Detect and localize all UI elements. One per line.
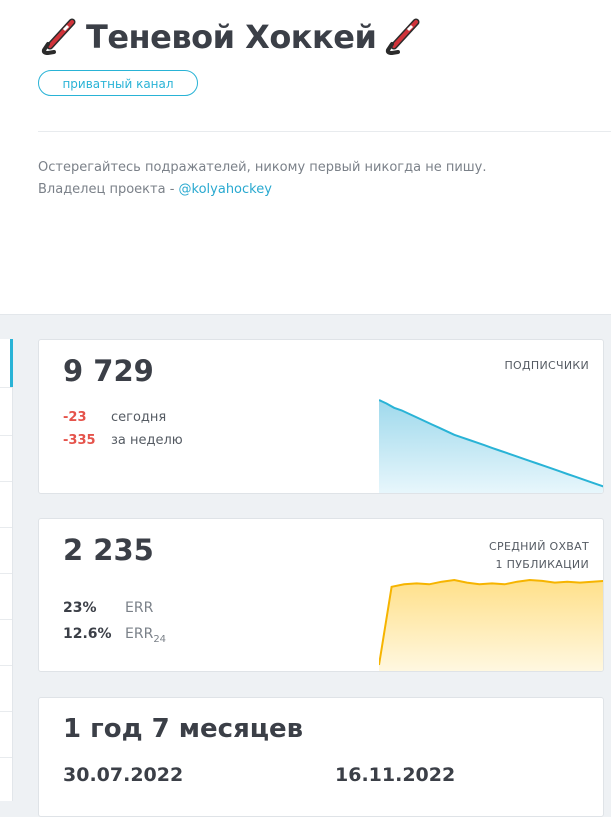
header-divider <box>38 131 611 132</box>
channel-age-card: 1 год 7 месяцев 30.07.2022 16.11.2022 <box>38 697 604 817</box>
today-change-value: -23 <box>63 410 87 425</box>
subscribers-label: ПОДПИСЧИКИ <box>504 359 589 372</box>
owner-line: Владелец проекта - @kolyahockey <box>38 179 487 201</box>
owner-link[interactable]: @kolyahockey <box>179 182 272 197</box>
sidebar-divider <box>0 619 12 620</box>
sidebar-divider <box>0 757 12 758</box>
channel-description: Остерегайтесь подражателей, никому первы… <box>38 157 487 201</box>
sidebar-divider <box>0 527 12 528</box>
reach-label-line1: СРЕДНИЙ ОХВАТ <box>489 540 589 553</box>
today-change-label: сегодня <box>111 410 167 425</box>
channel-header: Теневой Хоккей приватный канал Остерегай… <box>0 0 611 315</box>
err24-label: ERR24 <box>125 626 166 645</box>
sidebar-divider <box>0 435 12 436</box>
reach-label: СРЕДНИЙ ОХВАТ 1 ПУБЛИКАЦИИ <box>489 538 589 574</box>
channel-title: Теневой Хоккей <box>86 18 377 56</box>
hockey-stick-icon <box>384 18 422 56</box>
subscribers-sparkline <box>379 399 603 493</box>
private-channel-badge: приватный канал <box>38 70 198 96</box>
hockey-stick-icon <box>40 18 78 56</box>
sidebar-divider <box>0 711 12 712</box>
reach-count: 2 235 <box>63 533 154 567</box>
reach-sparkline <box>379 578 603 671</box>
err24-label-text: ERR <box>125 626 154 642</box>
subscribers-count: 9 729 <box>63 354 154 388</box>
sidebar-divider <box>0 481 12 482</box>
active-tab-indicator <box>10 339 13 387</box>
sidebar-divider <box>0 387 12 388</box>
week-change-label: за неделю <box>111 433 183 448</box>
start-date: 30.07.2022 <box>63 764 184 786</box>
title-row: Теневой Хоккей <box>40 18 422 56</box>
sidebar-divider <box>0 665 12 666</box>
reach-chart-area <box>379 580 603 671</box>
err24-value: 12.6% <box>63 626 112 642</box>
subscribers-card[interactable]: 9 729 ПОДПИСЧИКИ -23 сегодня -335 за нед… <box>38 339 604 494</box>
description-text: Остерегайтесь подражателей, никому первы… <box>38 160 487 175</box>
err24-row: 12.6% ERR24 <box>63 626 166 645</box>
subscribers-today-row: -23 сегодня <box>63 410 166 425</box>
channel-age: 1 год 7 месяцев <box>63 714 304 744</box>
err-value: 23% <box>63 600 97 616</box>
sidebar-divider <box>0 573 12 574</box>
err-label: ERR <box>125 600 154 616</box>
subscribers-week-row: -335 за неделю <box>63 433 183 448</box>
week-change-value: -335 <box>63 433 96 448</box>
left-sidebar-edge <box>0 339 13 801</box>
reach-label-line2: 1 ПУБЛИКАЦИИ <box>495 558 589 571</box>
end-date: 16.11.2022 <box>335 764 456 786</box>
err24-subscript: 24 <box>153 633 167 645</box>
err-row: 23% ERR <box>63 600 153 616</box>
owner-prefix: Владелец проекта - <box>38 182 179 197</box>
reach-card[interactable]: 2 235 СРЕДНИЙ ОХВАТ 1 ПУБЛИКАЦИИ 23% ERR… <box>38 518 604 672</box>
